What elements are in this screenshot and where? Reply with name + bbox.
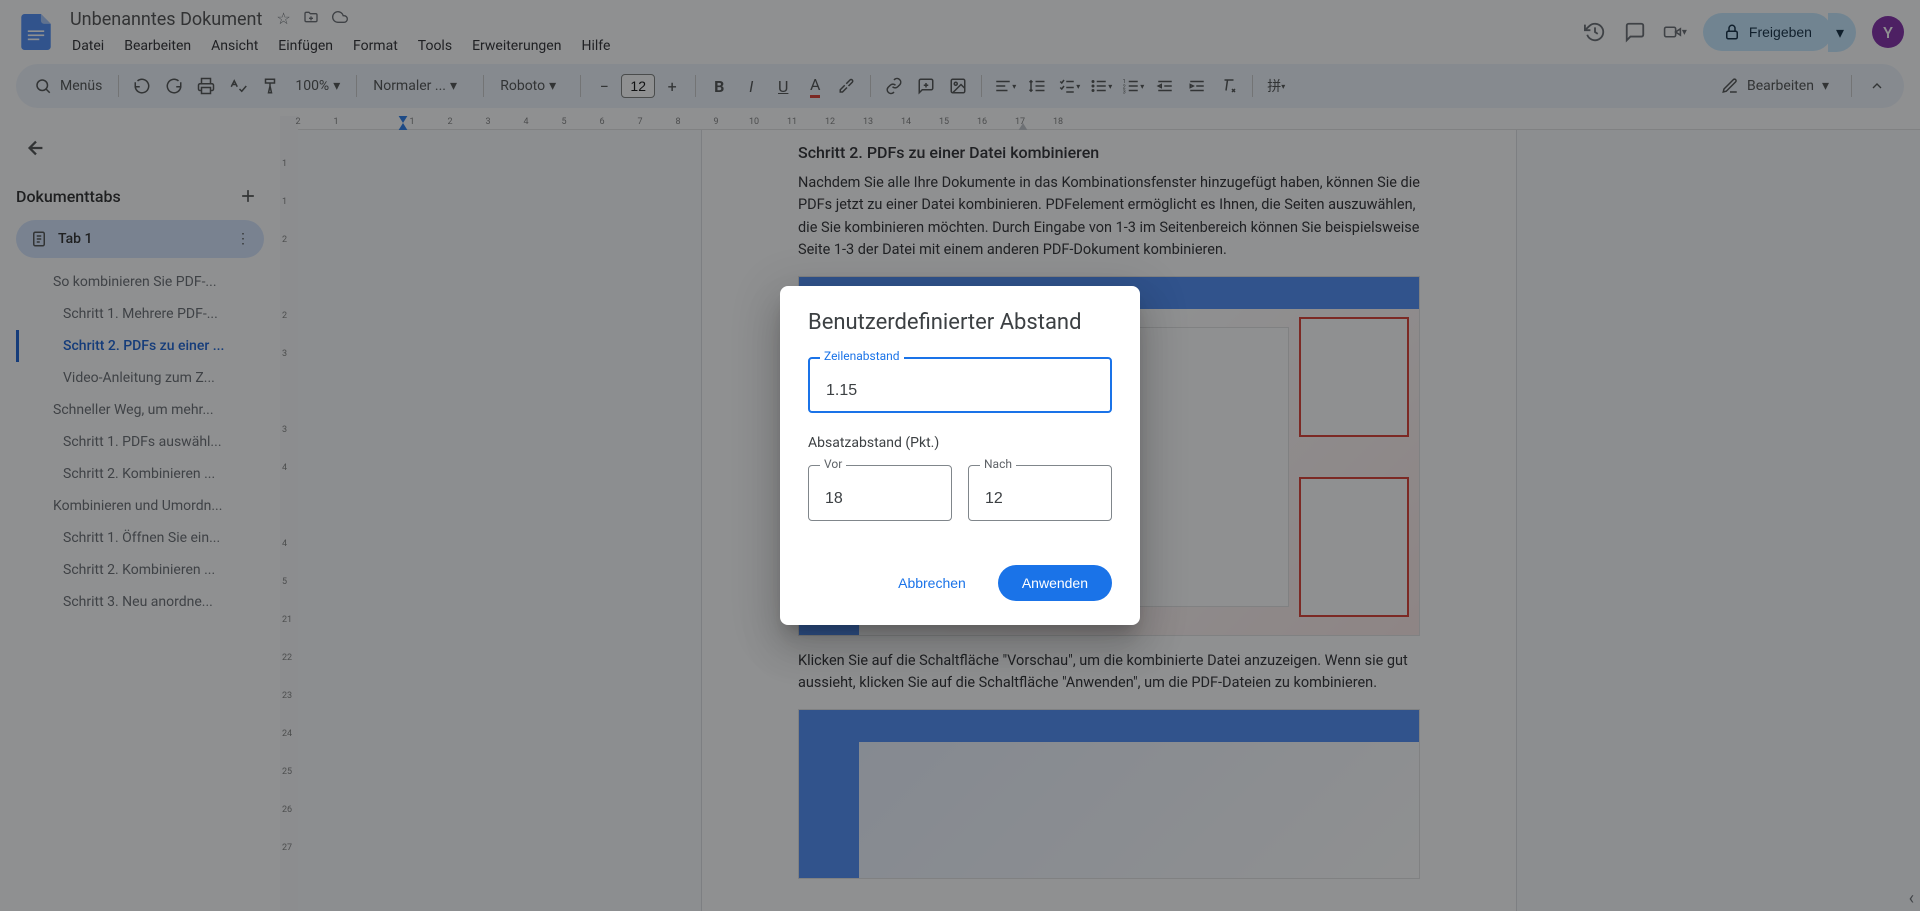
dialog-title: Benutzerdefinierter Abstand: [808, 310, 1112, 335]
line-spacing-input[interactable]: [808, 357, 1112, 413]
cancel-button[interactable]: Abbrechen: [874, 565, 990, 601]
para-spacing-title: Absatzabstand (Pkt.): [808, 435, 1112, 451]
apply-button[interactable]: Anwenden: [998, 565, 1112, 601]
modal-overlay[interactable]: Benutzerdefinierter Abstand Zeilenabstan…: [0, 0, 1920, 911]
before-label: Vor: [820, 457, 846, 471]
after-input[interactable]: [968, 465, 1112, 521]
line-spacing-label: Zeilenabstand: [820, 349, 904, 363]
custom-spacing-dialog: Benutzerdefinierter Abstand Zeilenabstan…: [780, 286, 1140, 625]
after-label: Nach: [980, 457, 1016, 471]
before-input[interactable]: [808, 465, 952, 521]
